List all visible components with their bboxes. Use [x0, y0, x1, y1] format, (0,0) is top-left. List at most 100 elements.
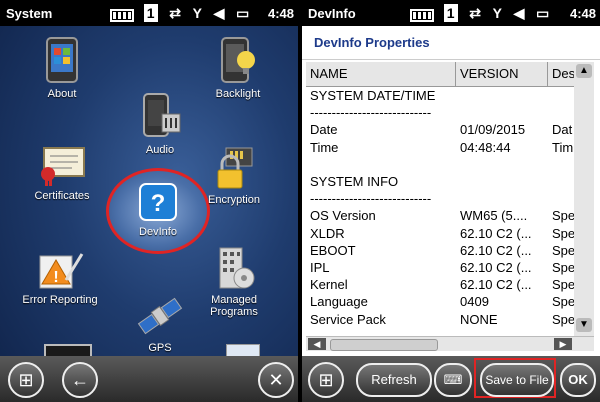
speaker-icon: ◀	[513, 5, 525, 21]
table-row[interactable]: SYSTEM INFO	[306, 174, 594, 192]
cell-name: SYSTEM INFO	[310, 174, 399, 189]
cell-name: Time	[310, 139, 339, 155]
table-row[interactable]: SYSTEM DATE/TIME	[306, 88, 594, 106]
cell-version: 01/09/2015	[460, 122, 526, 138]
scroll-up-button[interactable]: ▲	[576, 64, 592, 78]
table-row[interactable]: ----------------------------	[306, 191, 594, 209]
scroll-thumb[interactable]	[330, 339, 438, 351]
notification-badge: 1	[443, 4, 458, 22]
about-icon	[46, 37, 78, 83]
notification-badge: 1	[143, 4, 158, 22]
cell-name: Language	[310, 294, 368, 310]
table-row[interactable]: OS Version WM65 (5.... Spe	[306, 208, 594, 226]
audio-icon	[143, 93, 181, 137]
app-label: Error Reporting	[22, 294, 98, 306]
cell-name: ----------------------------	[310, 105, 432, 121]
table-row[interactable]: IPL 62.10 C2 (... Spe	[306, 260, 594, 278]
cell-name: SYSTEM DATE/TIME	[310, 88, 436, 103]
cell-version: NONE	[460, 311, 498, 327]
cell-version: WM65 (5....	[460, 208, 528, 224]
connection-icon: ⇄	[169, 5, 181, 21]
page-title: DevInfo Properties	[302, 26, 600, 60]
column-header-version[interactable]: VERSION	[456, 62, 548, 86]
window-title: DevInfo	[308, 6, 356, 21]
scroll-left-button[interactable]: ◀	[308, 338, 326, 350]
battery-icon	[110, 9, 134, 22]
app-certificates[interactable]: Certificates	[14, 146, 110, 202]
status-icons: 1 ⇄ Y ◀ ▭	[110, 4, 249, 22]
cell-name: XLDR	[310, 225, 345, 241]
cell-version: 62.10 C2 (...	[460, 242, 532, 258]
clock: 4:48	[267, 6, 294, 21]
window-title: System	[6, 6, 53, 21]
system-panel: System 1 ⇄ Y ◀ ▭ 4:48 About Backlight Au…	[0, 0, 298, 402]
cell-name: Service Pack	[310, 311, 386, 327]
connection-icon: ⇄	[469, 5, 481, 21]
table-header: NAME VERSION Des	[306, 62, 594, 87]
cell-name: Kernel	[310, 277, 348, 293]
app-gps[interactable]: GPS	[112, 294, 208, 354]
clock: 4:48	[569, 6, 596, 21]
vertical-scrollbar[interactable]: ▲ ▼	[574, 62, 594, 336]
app-label: GPS	[148, 342, 172, 354]
battery-icon	[410, 9, 434, 22]
cell-name: ----------------------------	[310, 191, 432, 207]
table-row[interactable]	[306, 157, 594, 175]
cell-version: 0409	[460, 294, 489, 310]
cell-name: Date	[310, 122, 338, 138]
scroll-right-button[interactable]: ▶	[554, 338, 572, 350]
app-label: Encryption	[208, 194, 260, 206]
svg-text:?: ?	[151, 190, 166, 217]
cell-name: IPL	[310, 260, 330, 275]
svg-text:!: !	[53, 269, 58, 286]
certificate-icon	[41, 147, 85, 186]
bottom-toolbar: ⊞ Refresh ⌨ Save to File OK	[302, 356, 600, 402]
app-backlight[interactable]: Backlight	[190, 36, 286, 100]
properties-table: NAME VERSION Des SYSTEM DATE/TIME -------…	[306, 62, 594, 352]
signal-off-icon: Y	[492, 5, 502, 21]
signal-off-icon: Y	[192, 5, 202, 21]
cell-name: OS Version	[310, 208, 376, 224]
satellite-icon	[137, 297, 183, 335]
table-row[interactable]: Time 04:48:44 Tim	[306, 140, 594, 158]
cell-version: 62.10 C2 (...	[460, 260, 532, 275]
cell-version: 62.10 C2 (...	[460, 277, 532, 293]
status-icons: 1 ⇄ Y ◀ ▭	[410, 4, 549, 22]
status-bar: DevInfo 1 ⇄ Y ◀ ▭ 4:48	[302, 0, 600, 26]
status-bar: System 1 ⇄ Y ◀ ▭ 4:48	[0, 0, 298, 26]
ok-button[interactable]: OK	[560, 363, 596, 397]
keyboard-icon: ⌨	[443, 372, 463, 387]
bottom-toolbar: ⊞ ← ✕	[0, 356, 298, 402]
horizontal-scrollbar[interactable]: ◀ ▶	[306, 336, 594, 351]
column-header-name[interactable]: NAME	[306, 62, 456, 86]
backlight-icon	[221, 37, 255, 83]
back-button[interactable]: ←	[62, 362, 98, 398]
close-button[interactable]: ✕	[258, 362, 294, 398]
save-to-file-button[interactable]: Save to File	[480, 363, 554, 397]
battery-level-icon: ▭	[535, 5, 550, 21]
cell-version: 62.10 C2 (...	[460, 225, 532, 241]
close-icon: ✕	[268, 370, 284, 390]
windows-start-button[interactable]: ⊞	[308, 362, 344, 398]
table-row[interactable]: ----------------------------	[306, 105, 594, 123]
keyboard-button[interactable]: ⌨	[434, 363, 472, 397]
app-label: About	[47, 88, 77, 100]
app-error-reporting[interactable]: ! Error Reporting	[12, 250, 108, 306]
table-row[interactable]: Kernel 62.10 C2 (... Spe	[306, 277, 594, 295]
app-encryption[interactable]: Encryption	[186, 146, 282, 206]
building-icon	[219, 247, 255, 289]
cell-version: 04:48:44	[460, 139, 511, 155]
refresh-button[interactable]: Refresh	[356, 363, 432, 397]
app-about[interactable]: About	[14, 36, 110, 100]
table-row[interactable]: Service Pack NONE Spe	[306, 312, 594, 330]
table-row[interactable]: EBOOT 62.10 C2 (... Spe	[306, 243, 594, 261]
scroll-down-button[interactable]: ▼	[576, 318, 592, 332]
error-report-icon: !	[39, 253, 84, 289]
table-row[interactable]: XLDR 62.10 C2 (... Spe	[306, 226, 594, 244]
table-row[interactable]: Language 0409 Spe	[306, 294, 594, 312]
table-row[interactable]: Date 01/09/2015 Dat	[306, 122, 594, 140]
app-label: Certificates	[34, 190, 90, 202]
windows-start-button[interactable]: ⊞	[8, 362, 44, 398]
speaker-icon: ◀	[213, 5, 225, 21]
lock-icon	[217, 147, 253, 189]
